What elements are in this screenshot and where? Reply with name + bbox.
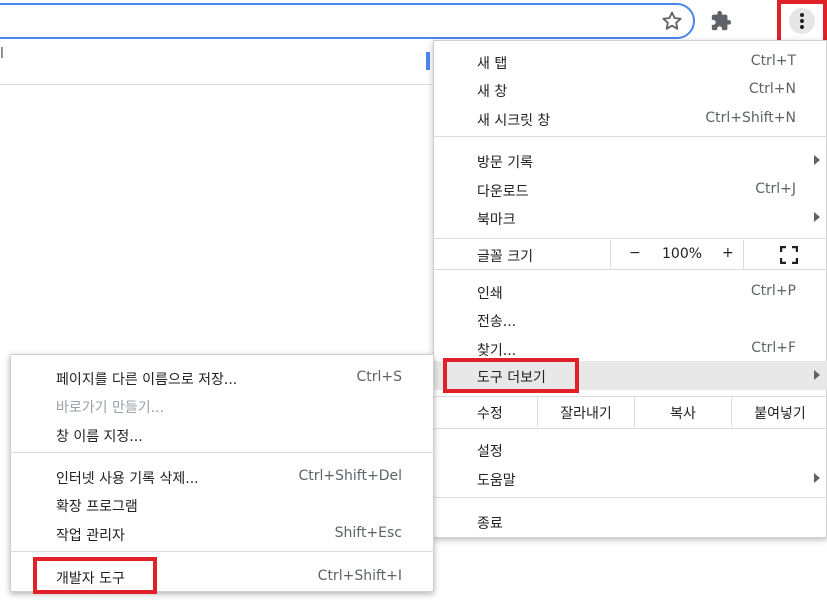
submenu-arrow-icon xyxy=(814,473,820,483)
menu-item-label: 다운로드 xyxy=(477,184,529,200)
submenu-item-shortcut: Shift+Esc xyxy=(334,525,402,541)
menu-item-label: 새 창 xyxy=(477,84,508,100)
menu-item-new-window[interactable]: 새 창 Ctrl+N xyxy=(434,75,827,103)
submenu-item-label: 바로가기 만들기... xyxy=(56,400,164,416)
menu-separator xyxy=(434,238,827,239)
menu-item-bookmarks[interactable]: 북마크 xyxy=(434,203,827,231)
submenu-item-name-window[interactable]: 창 이름 지정... xyxy=(11,420,435,448)
menu-item-exit[interactable]: 종료 xyxy=(434,507,827,535)
menu-item-history[interactable]: 방문 기록 xyxy=(434,146,827,174)
page-partial-text: l xyxy=(0,46,4,62)
submenu-item-label: 작업 관리자 xyxy=(56,528,125,544)
submenu-item-shortcut: Ctrl+Shift+Del xyxy=(298,468,402,484)
divider xyxy=(0,84,432,85)
paste-button[interactable]: 붙여넣기 xyxy=(731,397,827,427)
submenu-item-label: 페이지를 다른 이름으로 저장... xyxy=(56,372,238,388)
menu-item-label: 방문 기록 xyxy=(477,155,533,171)
zoom-level: 100% xyxy=(662,246,703,262)
submenu-item-extensions[interactable]: 확장 프로그램 xyxy=(11,490,435,518)
menu-item-label: 전송... xyxy=(477,314,517,330)
menu-item-label: 새 탭 xyxy=(477,56,508,72)
edit-label: 수정 xyxy=(477,406,503,422)
menu-item-label: 도움말 xyxy=(477,473,516,489)
menu-item-cast[interactable]: 전송... xyxy=(434,305,827,333)
menu-item-help[interactable]: 도움말 xyxy=(434,464,827,492)
address-bar[interactable] xyxy=(0,3,695,39)
submenu-item-clear-browsing-data[interactable]: 인터넷 사용 기록 삭제... Ctrl+Shift+Del xyxy=(11,462,435,490)
submenu-item-create-shortcut[interactable]: 바로가기 만들기... xyxy=(11,391,435,419)
zoom-label: 글꼴 크기 xyxy=(477,249,533,265)
partial-blue-marker xyxy=(426,52,430,70)
zoom-controls: − 100% + xyxy=(610,240,743,269)
menu-item-new-tab[interactable]: 새 탭 Ctrl+T xyxy=(434,47,827,75)
browser-window: l 새 탭 Ctrl+T 새 창 Ctrl+N 새 시크릿 창 Ctrl+Shi… xyxy=(0,0,827,603)
menu-separator xyxy=(11,551,435,552)
menu-item-label: 새 시크릿 창 xyxy=(477,113,551,129)
chrome-main-menu: 새 탭 Ctrl+T 새 창 Ctrl+N 새 시크릿 창 Ctrl+Shift… xyxy=(433,40,827,538)
highlight-more-tools xyxy=(443,358,579,393)
menu-item-label: 설정 xyxy=(477,444,503,460)
menu-separator xyxy=(434,136,827,137)
zoom-out-button[interactable]: − xyxy=(629,245,641,261)
submenu-arrow-icon xyxy=(814,212,820,222)
submenu-item-save-page[interactable]: 페이지를 다른 이름으로 저장... Ctrl+S xyxy=(11,363,435,391)
menu-separator xyxy=(434,497,827,498)
menu-item-shortcut: Ctrl+J xyxy=(755,181,796,197)
menu-separator xyxy=(434,428,827,429)
fullscreen-button[interactable] xyxy=(743,240,827,269)
menu-item-downloads[interactable]: 다운로드 Ctrl+J xyxy=(434,175,827,203)
copy-button[interactable]: 복사 xyxy=(634,397,731,427)
submenu-item-shortcut: Ctrl+Shift+I xyxy=(317,568,402,584)
highlight-developer-tools xyxy=(33,557,157,594)
menu-separator xyxy=(11,452,435,453)
menu-item-shortcut: Ctrl+T xyxy=(750,53,796,69)
cut-button[interactable]: 잘라내기 xyxy=(537,397,634,427)
menu-item-label: 종료 xyxy=(477,516,503,532)
menu-item-settings[interactable]: 설정 xyxy=(434,435,827,463)
submenu-item-task-manager[interactable]: 작업 관리자 Shift+Esc xyxy=(11,519,435,547)
zoom-in-button[interactable]: + xyxy=(722,245,734,261)
menu-item-new-incognito[interactable]: 새 시크릿 창 Ctrl+Shift+N xyxy=(434,104,827,132)
menu-item-shortcut: Ctrl+P xyxy=(750,283,796,299)
zoom-row: 글꼴 크기 − 100% + xyxy=(434,240,827,269)
submenu-arrow-icon xyxy=(814,370,820,380)
extensions-puzzle-icon[interactable] xyxy=(710,10,732,32)
menu-item-print[interactable]: 인쇄 Ctrl+P xyxy=(434,277,827,305)
menu-separator xyxy=(434,269,827,270)
menu-item-label: 찾기... xyxy=(477,343,517,359)
submenu-item-shortcut: Ctrl+S xyxy=(356,369,402,385)
menu-item-label: 북마크 xyxy=(477,212,516,228)
edit-row: 수정 잘라내기 복사 붙여넣기 xyxy=(434,397,827,427)
menu-item-label: 인쇄 xyxy=(477,286,503,302)
bookmark-star-icon[interactable] xyxy=(660,9,684,33)
submenu-item-label: 인터넷 사용 기록 삭제... xyxy=(56,471,199,487)
fullscreen-icon xyxy=(780,246,798,264)
menu-item-shortcut: Ctrl+Shift+N xyxy=(705,110,796,126)
menu-item-shortcut: Ctrl+N xyxy=(748,81,796,97)
submenu-item-label: 창 이름 지정... xyxy=(56,429,143,445)
submenu-item-label: 확장 프로그램 xyxy=(56,499,138,515)
menu-item-shortcut: Ctrl+F xyxy=(751,340,796,356)
submenu-arrow-icon xyxy=(814,155,820,165)
